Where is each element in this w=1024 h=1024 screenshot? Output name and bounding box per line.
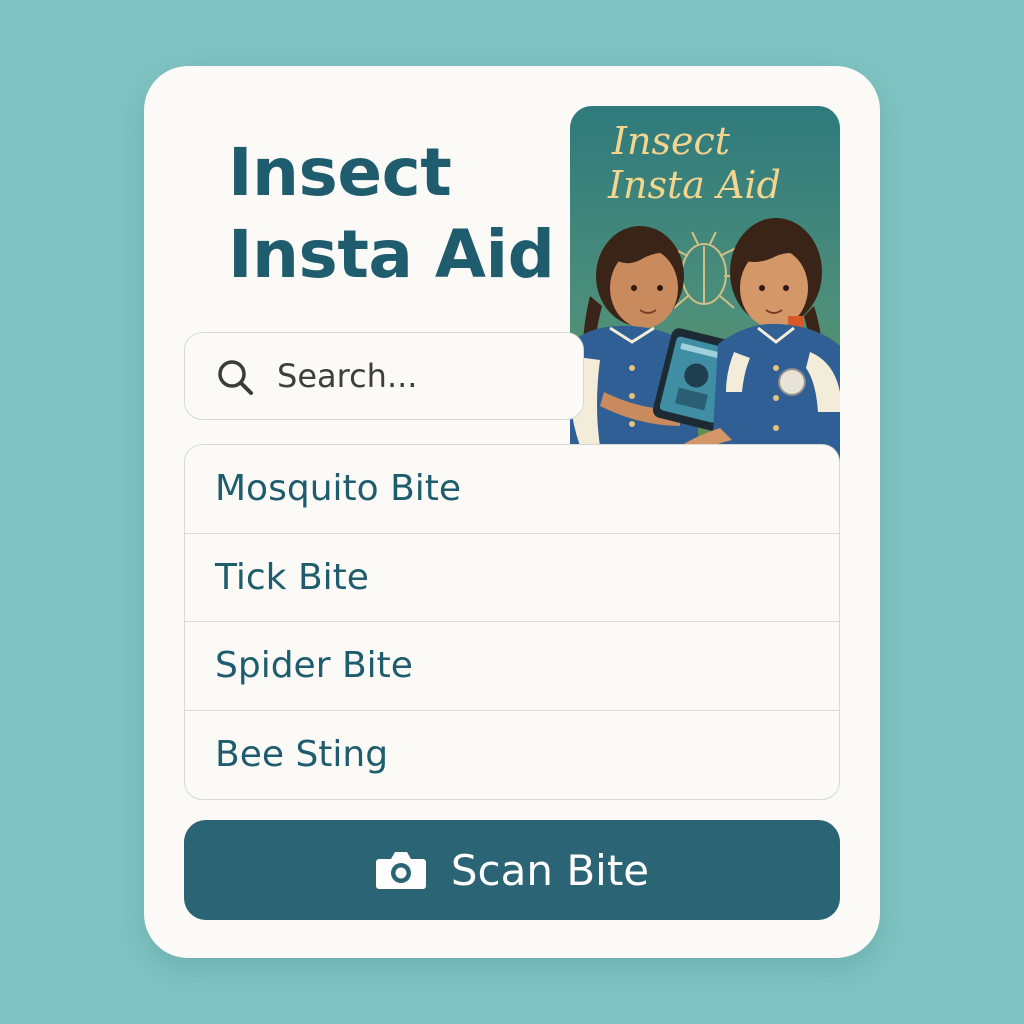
bite-list: Mosquito Bite Tick Bite Spider Bite Bee … <box>184 444 840 800</box>
list-item-tick-bite[interactable]: Tick Bite <box>185 534 839 622</box>
list-item-mosquito-bite[interactable]: Mosquito Bite <box>185 445 839 534</box>
app-card: Insect Insta Aid Insect Insta Aid Search… <box>144 66 880 958</box>
app-title: Insect Insta Aid <box>228 132 555 296</box>
cover-title-line2: Insta Aid <box>607 163 781 207</box>
app-title-line2: Insta Aid <box>228 216 555 293</box>
search-box[interactable] <box>184 332 584 420</box>
search-input[interactable] <box>277 351 567 401</box>
cover-illustration: Insect Insta Aid <box>570 106 840 486</box>
cover-title-line1: Insect <box>611 119 731 163</box>
list-item-spider-bite[interactable]: Spider Bite <box>185 622 839 711</box>
scan-bite-label: Scan Bite <box>450 845 650 895</box>
scan-bite-button[interactable]: Scan Bite <box>184 820 840 920</box>
camera-icon <box>375 849 427 891</box>
list-item-bee-sting[interactable]: Bee Sting <box>185 711 839 800</box>
search-icon <box>215 357 255 402</box>
app-title-line1: Insect <box>228 134 452 211</box>
